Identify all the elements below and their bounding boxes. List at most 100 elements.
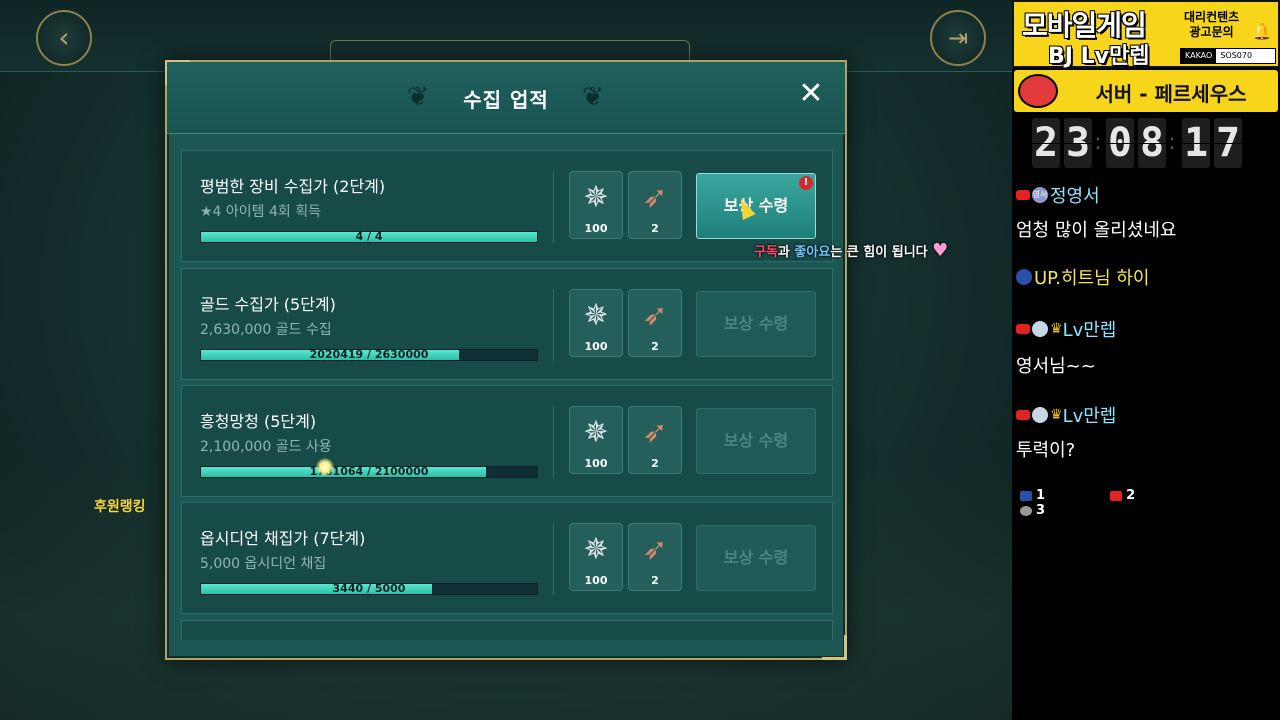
donation-ranking-label: 후원랭킹 <box>94 499 146 515</box>
claim-reward-button[interactable]: 보상 수령 <box>696 408 816 474</box>
ad-line: 대리컨텐츠 <box>1184 10 1240 24</box>
ad-line: 광고문의 <box>1189 25 1234 39</box>
youtube-icon <box>1016 190 1030 200</box>
reward-slot[interactable]: ➶ 2 <box>628 523 682 591</box>
divider <box>553 406 554 478</box>
back-button[interactable]: ‹ <box>36 10 92 66</box>
kakao-id-box: KAKAO SOS070 <box>1180 48 1276 64</box>
youtube-icon <box>1016 410 1030 420</box>
claim-label: 보상 수령 <box>723 431 789 450</box>
chat-text: 투력이? <box>1016 440 1076 461</box>
touch-glow <box>316 458 334 476</box>
reward-slot[interactable]: ➶ 2 <box>628 289 682 357</box>
progress-bar: 2020419 / 2630000 <box>200 349 538 361</box>
chat-message: UP.히트님 하이 <box>1016 264 1149 290</box>
achievement-name: 평범한 장비 수집가 (2단계) <box>200 177 386 196</box>
clock-colon: : <box>1094 130 1102 155</box>
kakao-id: SOS070 <box>1220 51 1253 60</box>
reward-qty: 100 <box>584 574 608 587</box>
clock-digit: 3 <box>1064 118 1092 168</box>
achievement-name: 옵시디언 채집가 (7단계) <box>200 529 366 548</box>
stream-side-panel: 모바일게임 BJ Lv만렙 대리컨텐츠 광고문의 🔔 KAKAO SOS070 서버… <box>1012 0 1280 720</box>
clock-digit: 8 <box>1138 118 1166 168</box>
alert-icon: ! <box>799 176 813 190</box>
counter-value: 3 <box>1036 503 1046 518</box>
achievement-card: 평범한 장비 수집가 (2단계) ★4 아이템 4회 획득 4 / 4 ✵ 10… <box>181 150 833 262</box>
chat-text: 영서님~~ <box>1016 356 1096 377</box>
bow-arrow-icon: ➶ <box>642 180 668 215</box>
banner-subtitle: BJ Lv만렙 <box>1048 44 1150 69</box>
achievement-description: ★4 아이템 4회 획득 <box>200 204 321 220</box>
exit-button[interactable]: ⇥ <box>930 10 986 66</box>
achievement-card: 골드 수집가 (5단계) 2,630,000 골드 수집 2020419 / 2… <box>181 268 833 380</box>
avatar: 영서 <box>1032 187 1048 203</box>
reward-slot[interactable]: ✵ 100 <box>569 289 623 357</box>
progress-bar: 1781064 / 2100000 <box>200 466 538 478</box>
chat-message: 영서 정영서 <box>1016 182 1100 208</box>
game-view: ‹ ⇥ 후원랭킹 ❦ 수집 업적 ❦ ✕ 평범한 장비 수집가 (2단계) ★4… <box>0 0 1012 720</box>
reward-slot[interactable]: ✵ 100 <box>569 406 623 474</box>
reward-slot[interactable]: ➶ 2 <box>628 171 682 239</box>
ornament-leaf-icon: ❦ <box>582 82 604 112</box>
reward-slot[interactable]: ➶ 2 <box>628 406 682 474</box>
person-icon <box>1020 505 1032 516</box>
platform-icon <box>1020 490 1032 501</box>
reward-qty: 2 <box>651 340 659 353</box>
reward-slot[interactable]: ✵ 100 <box>569 171 623 239</box>
avatar <box>1016 269 1032 285</box>
silver-medal-icon: ✵ <box>583 180 609 215</box>
achievement-list[interactable]: 평범한 장비 수집가 (2단계) ★4 아이템 4회 획득 4 / 4 ✵ 10… <box>181 150 833 640</box>
claim-reward-button[interactable]: 보상 수령 <box>696 525 816 591</box>
banner-ad-text: 대리컨텐츠 광고문의 <box>1184 10 1239 40</box>
avatar <box>1032 321 1048 337</box>
divider <box>553 289 554 361</box>
avatar <box>1032 407 1048 423</box>
like-word: 좋아요 <box>794 245 831 260</box>
achievement-card <box>181 620 833 640</box>
youtube-icon <box>1016 324 1030 334</box>
chat-message: ♛Lv만렙 <box>1016 316 1116 342</box>
chat-user: Lv만렙 <box>1062 320 1117 341</box>
chat-user: Lv만렙 <box>1062 406 1117 427</box>
bow-arrow-icon: ➶ <box>642 532 668 567</box>
achievement-card: 흥청망청 (5단계) 2,100,000 골드 사용 1781064 / 210… <box>181 385 833 497</box>
heart-icon: ♥ <box>932 240 949 261</box>
reward-qty: 2 <box>651 574 659 587</box>
server-bar: 서버 - 페르세우스 <box>1014 70 1278 112</box>
close-icon: ✕ <box>798 76 824 111</box>
collection-achievement-dialog: ❦ 수집 업적 ❦ ✕ 평범한 장비 수집가 (2단계) ★4 아이템 4회 획… <box>165 60 847 660</box>
crown-icon: ♛ <box>1050 407 1063 423</box>
subscribe-word: 구독 <box>754 245 778 260</box>
achievement-name: 흥청망청 (5단계) <box>200 412 317 431</box>
progress-bar: 4 / 4 <box>200 231 538 243</box>
viewer-counters: 1 2 3 <box>1020 488 1280 518</box>
reward-slot[interactable]: ✵ 100 <box>569 523 623 591</box>
progress-text: 3440 / 5000 <box>332 582 406 595</box>
claim-label: 보상 수령 <box>723 314 789 333</box>
counter: 1 <box>1020 488 1106 503</box>
counter-value: 1 <box>1036 488 1046 503</box>
counter: 2 <box>1110 488 1196 503</box>
progress-text: 1781064 / 2100000 <box>309 465 429 478</box>
dialog-header: ❦ 수집 업적 ❦ ✕ <box>167 62 845 134</box>
claim-reward-button[interactable]: 보상 수령 <box>696 291 816 357</box>
chat-user: 정영서 <box>1050 186 1100 207</box>
silver-medal-icon: ✵ <box>583 298 609 333</box>
subscribe-conj: 과 <box>777 245 790 260</box>
close-button[interactable]: ✕ <box>793 76 829 112</box>
achievement-name: 골드 수집가 (5단계) <box>200 295 336 314</box>
mascot-icon <box>1018 74 1058 108</box>
youtube-icon <box>1110 490 1123 501</box>
clock-digit: 1 <box>1182 118 1210 168</box>
claim-reward-button[interactable]: 보상 수령 ! <box>696 173 816 239</box>
subscribe-caption: 구독과 좋아요는 큰 힘이 됩니다 ♥ <box>754 240 948 261</box>
server-name: 서버 - 페르세우스 <box>1095 82 1247 106</box>
bow-arrow-icon: ➶ <box>642 415 668 450</box>
chat-user: UP.히트님 하이 <box>1034 268 1150 289</box>
divider <box>553 171 554 243</box>
kakao-label: KAKAO <box>1181 49 1217 63</box>
back-arrow-icon: ‹ <box>58 21 70 54</box>
exit-door-icon: ⇥ <box>947 24 969 52</box>
achievement-description: 2,630,000 골드 수집 <box>200 322 332 338</box>
silver-medal-icon: ✵ <box>583 415 609 450</box>
